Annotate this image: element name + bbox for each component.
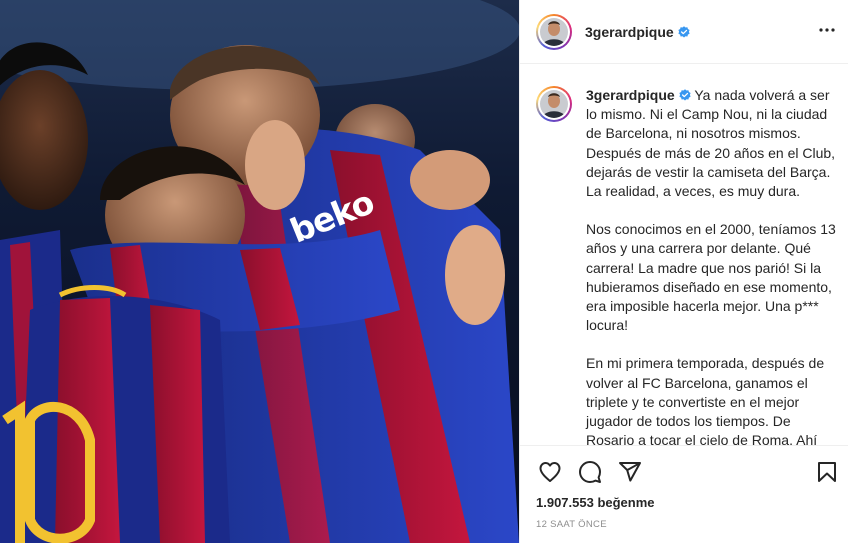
comment-icon bbox=[576, 460, 604, 484]
celebration-photo-illustration bbox=[0, 0, 519, 543]
caption-paragraph-1: Ya nada volverá a ser lo mismo. Ni el Ca… bbox=[586, 87, 836, 200]
action-bar bbox=[536, 458, 841, 486]
post-photo[interactable]: beko bbox=[0, 0, 519, 543]
post-side-panel: 3gerardpique 3gerardpique Ya nada volver… bbox=[519, 0, 848, 543]
more-options-icon bbox=[815, 18, 839, 47]
like-button[interactable] bbox=[536, 458, 564, 486]
avatar-image bbox=[540, 17, 568, 46]
caption-text: 3gerardpique Ya nada volverá a ser lo mi… bbox=[586, 86, 837, 445]
avatar-image bbox=[540, 90, 568, 118]
instagram-post: beko 3gerardpique 3gerardpique Ya nada v… bbox=[0, 0, 848, 543]
post-header: 3gerardpique bbox=[520, 0, 848, 64]
post-footer: 1.907.553 beğenme 12 SAAT ÖNCE bbox=[520, 445, 848, 543]
bookmark-icon bbox=[813, 460, 841, 484]
verified-badge-icon bbox=[679, 87, 691, 101]
like-count[interactable]: 1.907.553 beğenme bbox=[536, 495, 655, 510]
header-username[interactable]: 3gerardpique bbox=[585, 24, 690, 40]
avatar[interactable] bbox=[536, 13, 572, 50]
caption-paragraph: 3gerardpique Ya nada volverá a ser lo mi… bbox=[586, 86, 837, 201]
caption-author[interactable]: 3gerardpique bbox=[586, 87, 675, 103]
heart-icon bbox=[536, 460, 564, 484]
more-options-button[interactable] bbox=[815, 20, 839, 44]
caption-avatar[interactable] bbox=[536, 86, 572, 122]
caption-paragraph-3: En mi primera temporada, después de volv… bbox=[586, 355, 825, 445]
caption-paragraph-2: Nos conocimos en el 2000, teníamos 13 añ… bbox=[586, 221, 836, 334]
paper-plane-icon bbox=[616, 460, 644, 484]
share-button[interactable] bbox=[616, 458, 644, 486]
verified-badge-icon bbox=[678, 25, 690, 37]
save-button[interactable] bbox=[813, 458, 841, 486]
post-timestamp[interactable]: 12 SAAT ÖNCE bbox=[536, 519, 607, 530]
comment-button[interactable] bbox=[576, 458, 604, 486]
post-caption: 3gerardpique Ya nada volverá a ser lo mi… bbox=[520, 64, 848, 445]
